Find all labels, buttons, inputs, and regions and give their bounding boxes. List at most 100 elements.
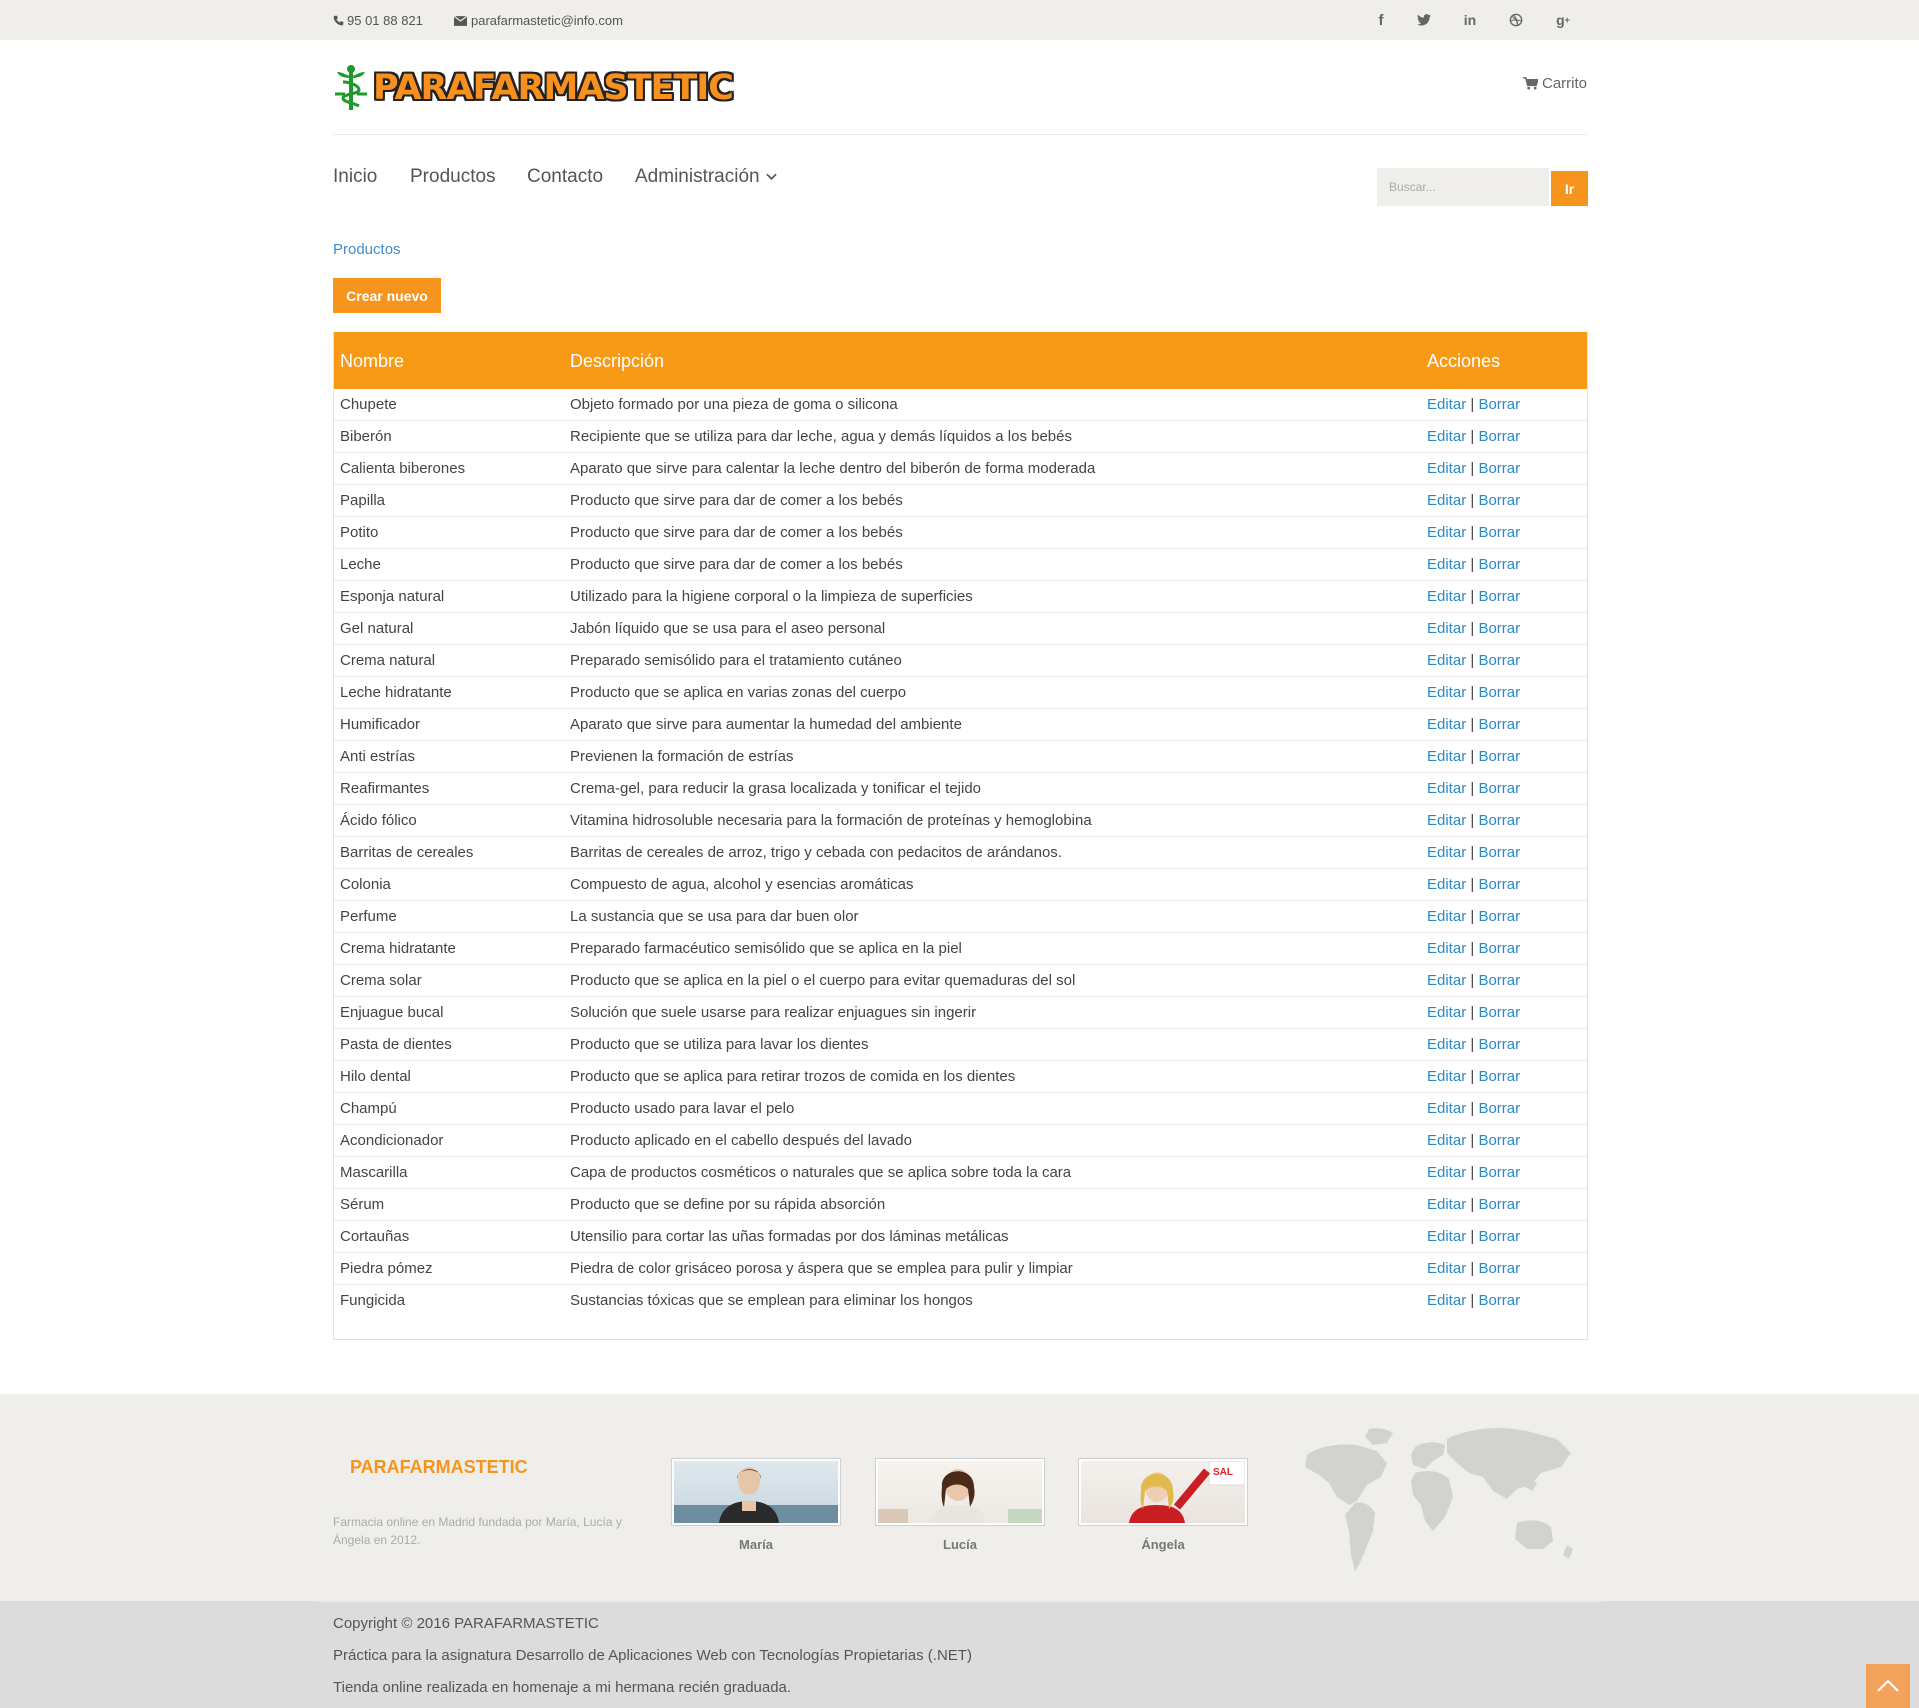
edit-link[interactable]: Editar	[1427, 1260, 1466, 1277]
delete-link[interactable]: Borrar	[1478, 396, 1520, 413]
delete-link[interactable]: Borrar	[1478, 1036, 1520, 1053]
delete-link[interactable]: Borrar	[1478, 716, 1520, 733]
row-actions: Editar | Borrar	[1427, 972, 1520, 989]
edit-link[interactable]: Editar	[1427, 1036, 1466, 1053]
delete-link[interactable]: Borrar	[1478, 908, 1520, 925]
edit-link[interactable]: Editar	[1427, 812, 1466, 829]
delete-link[interactable]: Borrar	[1478, 428, 1520, 445]
product-description: Producto que se aplica en varias zonas d…	[570, 684, 907, 701]
breadcrumb[interactable]: Productos	[333, 241, 401, 258]
nav-item-administracion[interactable]: Administración	[635, 166, 777, 188]
delete-link[interactable]: Borrar	[1478, 780, 1520, 797]
edit-link[interactable]: Editar	[1427, 780, 1466, 797]
delete-link[interactable]: Borrar	[1478, 1164, 1520, 1181]
phone-text: 95 01 88 821	[347, 13, 423, 28]
team-photo-angela[interactable]: SAL	[1078, 1458, 1248, 1526]
delete-link[interactable]: Borrar	[1478, 1100, 1520, 1117]
search-button[interactable]: Ir	[1551, 171, 1588, 206]
delete-link[interactable]: Borrar	[1478, 556, 1520, 573]
edit-link[interactable]: Editar	[1427, 556, 1466, 573]
edit-link[interactable]: Editar	[1427, 844, 1466, 861]
delete-link[interactable]: Borrar	[1478, 684, 1520, 701]
edit-link[interactable]: Editar	[1427, 908, 1466, 925]
edit-link[interactable]: Editar	[1427, 652, 1466, 669]
delete-link[interactable]: Borrar	[1478, 1228, 1520, 1245]
product-name: Reafirmantes	[340, 780, 430, 797]
edit-link[interactable]: Editar	[1427, 524, 1466, 541]
copyright-line-3: Tienda online realizada en homenaje a mi…	[333, 1679, 792, 1696]
table-row: Hilo dental Producto que se aplica para r…	[334, 1061, 1587, 1093]
edit-link[interactable]: Editar	[1427, 1004, 1466, 1021]
delete-link[interactable]: Borrar	[1478, 748, 1520, 765]
delete-link[interactable]: Borrar	[1478, 492, 1520, 509]
edit-link[interactable]: Editar	[1427, 1100, 1466, 1117]
nav-item-contacto[interactable]: Contacto	[527, 166, 603, 188]
action-separator: |	[1470, 1004, 1475, 1021]
delete-link[interactable]: Borrar	[1478, 972, 1520, 989]
edit-link[interactable]: Editar	[1427, 1068, 1466, 1085]
delete-link[interactable]: Borrar	[1478, 876, 1520, 893]
product-description: Preparado semisólido para el tratamiento…	[570, 652, 902, 669]
product-name: Colonia	[340, 876, 391, 893]
edit-link[interactable]: Editar	[1427, 1132, 1466, 1149]
edit-link[interactable]: Editar	[1427, 748, 1466, 765]
cart-link[interactable]: Carrito	[1523, 75, 1587, 92]
team-photo-maria[interactable]	[671, 1458, 841, 1526]
edit-link[interactable]: Editar	[1427, 716, 1466, 733]
delete-link[interactable]: Borrar	[1478, 620, 1520, 637]
delete-link[interactable]: Borrar	[1478, 1196, 1520, 1213]
linkedin-icon[interactable]: in	[1455, 0, 1485, 40]
edit-link[interactable]: Editar	[1427, 1164, 1466, 1181]
dribbble-icon[interactable]	[1501, 0, 1531, 40]
facebook-icon[interactable]: f	[1366, 0, 1396, 40]
edit-link[interactable]: Editar	[1427, 972, 1466, 989]
edit-link[interactable]: Editar	[1427, 684, 1466, 701]
delete-link[interactable]: Borrar	[1478, 588, 1520, 605]
delete-link[interactable]: Borrar	[1478, 652, 1520, 669]
delete-link[interactable]: Borrar	[1478, 1292, 1520, 1309]
create-new-button[interactable]: Crear nuevo	[333, 278, 441, 313]
row-actions: Editar | Borrar	[1427, 1132, 1520, 1149]
delete-link[interactable]: Borrar	[1478, 1260, 1520, 1277]
column-header-nombre: Nombre	[340, 351, 405, 371]
table-row: Sérum Producto que se define por su rápid…	[334, 1189, 1587, 1221]
product-description: Vitamina hidrosoluble necesaria para la …	[570, 812, 1092, 829]
twitter-icon[interactable]	[1409, 0, 1439, 40]
delete-link[interactable]: Borrar	[1478, 940, 1520, 957]
delete-link[interactable]: Borrar	[1478, 812, 1520, 829]
column-header-acciones: Acciones	[1427, 351, 1501, 371]
delete-link[interactable]: Borrar	[1478, 1132, 1520, 1149]
site-logo[interactable]: PARAFARMASTETIC	[331, 62, 734, 114]
action-separator: |	[1470, 1132, 1475, 1149]
delete-link[interactable]: Borrar	[1478, 1004, 1520, 1021]
search-input[interactable]	[1377, 168, 1549, 206]
product-description: Solución que suele usarse para realizar …	[570, 1004, 977, 1021]
product-description: Producto que se define por su rápida abs…	[570, 1196, 886, 1213]
action-separator: |	[1470, 748, 1475, 765]
edit-link[interactable]: Editar	[1427, 1196, 1466, 1213]
edit-link[interactable]: Editar	[1427, 396, 1466, 413]
delete-link[interactable]: Borrar	[1478, 524, 1520, 541]
edit-link[interactable]: Editar	[1427, 460, 1466, 477]
action-separator: |	[1470, 1292, 1475, 1309]
product-description: Jabón líquido que se usa para el aseo pe…	[570, 620, 886, 637]
edit-link[interactable]: Editar	[1427, 588, 1466, 605]
delete-link[interactable]: Borrar	[1478, 460, 1520, 477]
team-photo-lucia[interactable]	[875, 1458, 1045, 1526]
product-description: Aparato que sirve para aumentar la humed…	[570, 716, 962, 733]
nav-item-inicio[interactable]: Inicio	[333, 166, 377, 188]
back-to-top-button[interactable]	[1866, 1664, 1910, 1708]
google-plus-icon[interactable]: g +	[1548, 0, 1578, 40]
edit-link[interactable]: Editar	[1427, 492, 1466, 509]
edit-link[interactable]: Editar	[1427, 876, 1466, 893]
product-description: Producto que se utiliza para lavar los d…	[570, 1036, 869, 1053]
edit-link[interactable]: Editar	[1427, 1292, 1466, 1309]
edit-link[interactable]: Editar	[1427, 428, 1466, 445]
nav-item-productos[interactable]: Productos	[410, 166, 496, 188]
action-separator: |	[1470, 940, 1475, 957]
delete-link[interactable]: Borrar	[1478, 844, 1520, 861]
delete-link[interactable]: Borrar	[1478, 1068, 1520, 1085]
edit-link[interactable]: Editar	[1427, 940, 1466, 957]
edit-link[interactable]: Editar	[1427, 1228, 1466, 1245]
edit-link[interactable]: Editar	[1427, 620, 1466, 637]
